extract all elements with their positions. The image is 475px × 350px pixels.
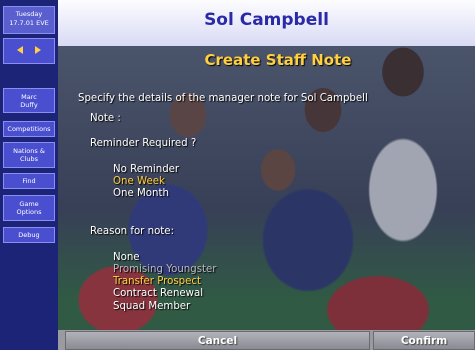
reason-label: Reason for note: bbox=[90, 226, 174, 237]
back-arrow-icon[interactable] bbox=[17, 46, 23, 54]
sidebar-item-label: Competitions bbox=[7, 125, 51, 133]
reason-option-none[interactable]: None bbox=[113, 252, 140, 263]
reason-option-transfer-prospect[interactable]: Transfer Prospect bbox=[113, 276, 201, 287]
reason-option-squad-member[interactable]: Squad Member bbox=[113, 301, 190, 312]
sidebar-item-nations-clubs[interactable]: Nations & Clubs bbox=[3, 142, 55, 168]
confirm-button[interactable]: Confirm bbox=[373, 331, 475, 350]
sidebar-item-debug[interactable]: Debug bbox=[3, 227, 55, 243]
reminder-option-one-week[interactable]: One Week bbox=[113, 176, 165, 187]
reminder-label: Reminder Required ? bbox=[90, 138, 197, 149]
date-display: Tuesday 17.7.01 EVE bbox=[3, 6, 55, 34]
cancel-button[interactable]: Cancel bbox=[65, 331, 370, 350]
date-day: Tuesday bbox=[15, 10, 43, 18]
sidebar-item-label: Game Options bbox=[16, 200, 42, 216]
date-full: 17.7.01 EVE bbox=[9, 19, 49, 27]
reason-option-contract-renewal[interactable]: Contract Renewal bbox=[113, 288, 203, 299]
reminder-option-none[interactable]: No Reminder bbox=[113, 164, 179, 175]
page-title: Sol Campbell bbox=[204, 10, 329, 30]
main-panel: Sol Campbell Create Staff Note Specify t… bbox=[58, 0, 475, 350]
sidebar-item-game-options[interactable]: Game Options bbox=[3, 195, 55, 221]
forward-arrow-icon[interactable] bbox=[35, 46, 41, 54]
manager-button[interactable]: Marc Duffy bbox=[3, 88, 55, 113]
reason-option-promising-youngster: Promising Youngster bbox=[113, 264, 217, 275]
sidebar: Tuesday 17.7.01 EVE Marc Duffy Competiti… bbox=[0, 0, 59, 350]
title-bar: Sol Campbell bbox=[58, 0, 475, 46]
sidebar-item-competitions[interactable]: Competitions bbox=[3, 121, 55, 137]
instruction-text: Specify the details of the manager note … bbox=[78, 93, 368, 104]
confirm-label: Confirm bbox=[400, 334, 448, 347]
manager-label: Marc Duffy bbox=[20, 92, 38, 109]
reminder-option-one-month[interactable]: One Month bbox=[113, 188, 169, 199]
history-nav bbox=[3, 38, 55, 64]
cancel-label: Cancel bbox=[197, 334, 238, 347]
sidebar-item-label: Nations & Clubs bbox=[13, 147, 45, 163]
dialog-title: Create Staff Note bbox=[204, 51, 352, 69]
sidebar-item-find[interactable]: Find bbox=[3, 173, 55, 189]
sidebar-item-label: Find bbox=[22, 177, 36, 185]
note-label: Note : bbox=[90, 113, 121, 124]
sidebar-item-label: Debug bbox=[18, 231, 40, 239]
